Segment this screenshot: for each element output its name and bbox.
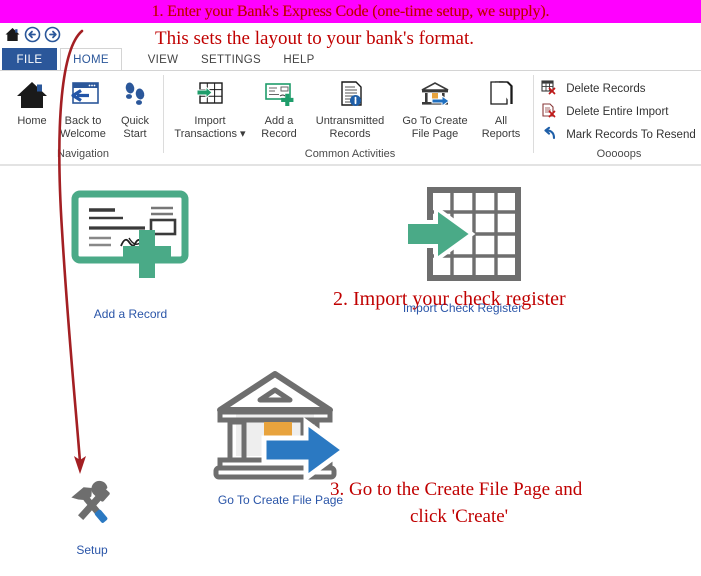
ribbon-small-button-mark-records-to-resend[interactable]: Mark Records To Resend [541, 126, 696, 141]
tools-icon [71, 480, 110, 523]
tab-file[interactable]: FILE [2, 48, 57, 71]
ribbon-small-button-delete-records[interactable]: Delete Records [541, 80, 645, 95]
document-info-icon [341, 81, 362, 106]
ribbon-button-go-to-create-file-page-label-2: File Page [411, 128, 459, 140]
forward-arrow-icon[interactable] [44, 26, 61, 48]
ribbon-button-go-to-create-file-page[interactable]: Go To Create File Page [396, 79, 474, 141]
annotation-import: 2. Import your check register [333, 288, 566, 310]
check-plus-icon [71, 190, 188, 278]
ribbon-button-back-to-welcome-label-1: Back to [64, 115, 102, 127]
ribbon-button-add-a-record-label-2: Record [261, 128, 297, 140]
ribbon-button-untransmitted-records[interactable]: Untransmitted Records [306, 79, 394, 141]
back-arrow-icon[interactable] [24, 26, 41, 48]
ribbon-group-label-ooooops: Ooooops [596, 148, 642, 160]
tile-add-a-record[interactable]: Add a Record [58, 186, 203, 321]
ribbon-button-quick-start-label-2: Start [123, 128, 147, 140]
ribbon-group-separator-2 [533, 75, 534, 153]
undo-arrow-icon [544, 126, 556, 140]
tab-help[interactable]: HELP [262, 48, 336, 71]
tab-home[interactable]: HOME [60, 48, 122, 71]
grid-arrow-icon [403, 187, 521, 281]
ribbon: Home Back to Welcome Quick Start Navigat… [0, 71, 701, 165]
home-content-area: Add a Record Import Check Register Go To… [0, 166, 701, 576]
pages-icon [490, 81, 513, 105]
ribbon-button-quick-start-label-1: Quick [120, 115, 150, 127]
bank-arrow-icon [421, 82, 450, 107]
ribbon-button-go-to-create-file-page-label-1: Go To Create [402, 115, 468, 127]
annotation-layout: This sets the layout to your bank's form… [155, 28, 474, 49]
home-icon[interactable] [4, 26, 21, 48]
ribbon-button-add-a-record-label-1: Add a [264, 115, 294, 127]
annotation-create-line2: click 'Create' [410, 506, 509, 527]
ribbon-button-home-label: Home [17, 115, 47, 127]
ribbon-button-home[interactable]: Home [4, 79, 60, 128]
ribbon-group-label-common-activities: Common Activities [304, 148, 396, 160]
ribbon-small-button-mark-records-to-resend-label: Mark Records To Resend [566, 129, 696, 141]
ribbon-small-button-delete-entire-import[interactable]: Delete Entire Import [541, 103, 668, 118]
ribbon-button-import-transactions-label-2: Transactions ▾ [174, 128, 246, 140]
footsteps-icon [125, 82, 145, 105]
ribbon-button-all-reports-label-1: All [494, 115, 508, 127]
ribbon-button-untransmitted-records-label-1: Untransmitted [315, 115, 385, 127]
home-icon [17, 82, 47, 108]
tile-setup[interactable]: Setup [40, 476, 144, 557]
ribbon-button-untransmitted-records-label-2: Records [329, 128, 371, 140]
bank-arrow-icon [213, 371, 348, 483]
ribbon-button-all-reports-label-2: Reports [481, 128, 521, 140]
banner-text: 1. Enter your Bank's Express Code (one-t… [151, 2, 550, 20]
ribbon-button-import-transactions-label-1: Import [194, 115, 226, 127]
back-to-welcome-icon [71, 82, 99, 104]
ribbon-group-separator-1 [163, 75, 164, 153]
annotation-create-line1: 3. Go to the Create File Page and [330, 479, 583, 500]
ribbon-group-label-navigation: Navigation [57, 148, 109, 160]
ribbon-button-all-reports[interactable]: All Reports [474, 79, 528, 141]
delete-document-icon [542, 103, 556, 118]
tile-setup-caption: Setup [76, 543, 108, 557]
express-code-banner: 1. Enter your Bank's Express Code (one-t… [0, 0, 701, 23]
ribbon-button-add-a-record[interactable]: Add a Record [252, 79, 306, 141]
ribbon-button-back-to-welcome[interactable]: Back to Welcome [55, 79, 111, 141]
ribbon-small-button-delete-entire-import-label: Delete Entire Import [566, 106, 669, 118]
ribbon-button-quick-start[interactable]: Quick Start [110, 79, 160, 141]
ribbon-tab-strip: FILE HOME VIEW SETTINGS HELP [0, 48, 701, 71]
ribbon-button-import-transactions[interactable]: Import Transactions ▾ [172, 79, 248, 141]
tile-add-a-record-caption: Add a Record [93, 307, 168, 321]
add-check-icon [265, 83, 294, 107]
delete-grid-icon [541, 80, 556, 95]
ribbon-small-button-delete-records-label: Delete Records [566, 83, 646, 95]
ribbon-button-back-to-welcome-label-2: Welcome [60, 128, 106, 140]
import-grid-icon [196, 82, 223, 104]
